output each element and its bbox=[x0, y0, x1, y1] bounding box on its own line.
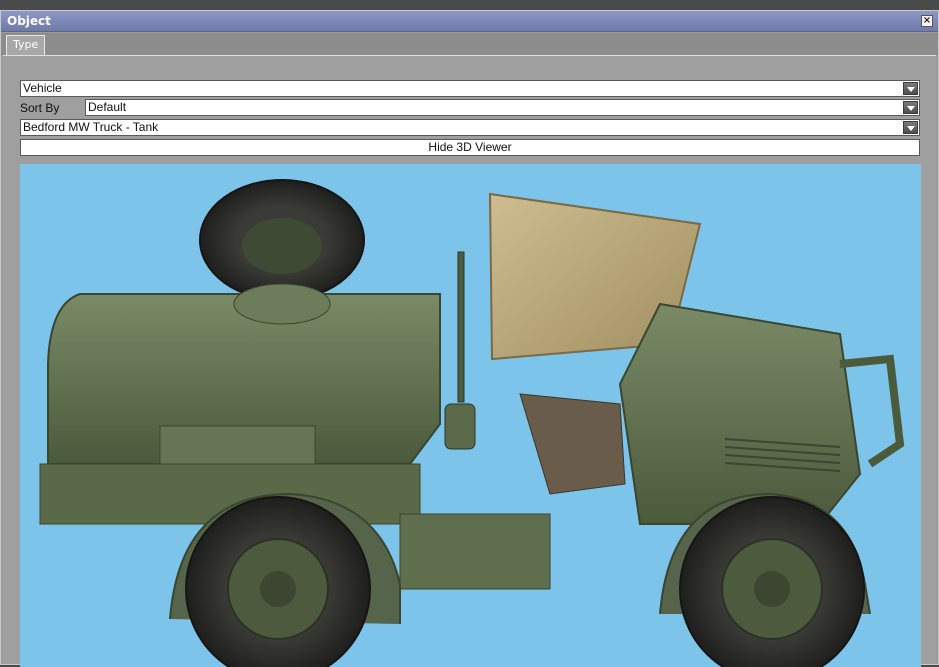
hide-3d-viewer-button[interactable]: Hide 3D Viewer bbox=[20, 139, 920, 156]
object-value: Bedford MW Truck - Tank bbox=[23, 120, 159, 134]
tab-bar: Type bbox=[1, 33, 938, 55]
type-panel: Vehicle Sort By Default Bedford MW Truck… bbox=[3, 55, 936, 667]
object-dropdown[interactable]: Bedford MW Truck - Tank bbox=[20, 119, 920, 136]
tank-hatch bbox=[233, 283, 331, 325]
front-wheel bbox=[679, 496, 865, 667]
window-title: Object bbox=[7, 14, 51, 28]
category-dropdown[interactable]: Vehicle bbox=[20, 80, 920, 97]
truck-model-render bbox=[39, 179, 905, 667]
tab-type[interactable]: Type bbox=[6, 35, 46, 55]
sort-by-label: Sort By bbox=[20, 101, 60, 115]
chevron-down-icon[interactable] bbox=[903, 101, 918, 114]
chevron-down-icon[interactable] bbox=[903, 121, 918, 134]
close-icon[interactable]: × bbox=[921, 15, 933, 27]
chevron-down-icon[interactable] bbox=[903, 82, 918, 95]
lower-fuel-tank bbox=[399, 513, 551, 590]
category-value: Vehicle bbox=[23, 81, 62, 95]
3d-viewer[interactable] bbox=[20, 164, 921, 667]
sort-value: Default bbox=[88, 100, 127, 114]
rear-wheel bbox=[185, 496, 371, 667]
object-window: Object × Type Vehicle Sort By Default Be… bbox=[0, 10, 939, 667]
sort-dropdown[interactable]: Default bbox=[85, 99, 920, 116]
engine-hood bbox=[618, 302, 862, 525]
title-bar[interactable]: Object × bbox=[1, 11, 938, 32]
